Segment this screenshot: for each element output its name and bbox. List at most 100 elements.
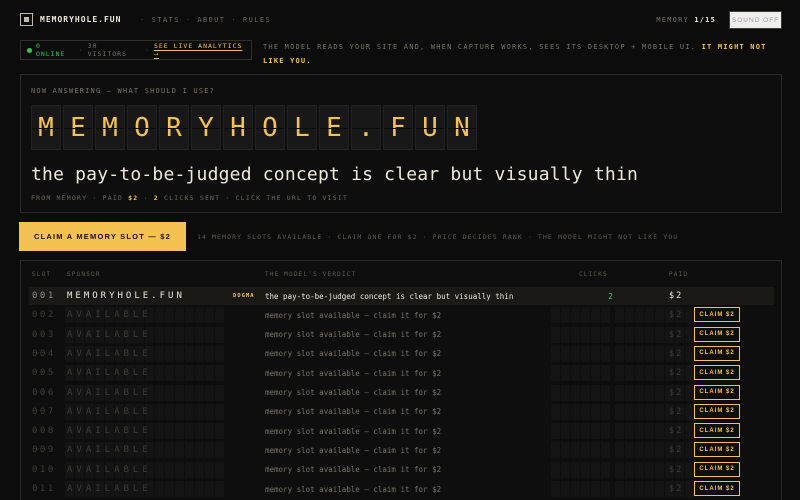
claim-slot-button[interactable]: CLAIM $2 [694, 384, 740, 400]
flap-cell [165, 307, 174, 324]
logo-icon [20, 13, 33, 26]
verdict-text: memory slot available — claim it for $2 [265, 407, 442, 417]
flap-cell [165, 423, 174, 440]
flap-cell [635, 384, 644, 401]
slot-number: 011 [32, 484, 56, 494]
claim-slot-button[interactable]: CLAIM $2 [694, 423, 740, 439]
visitor-count: 30 VISITORS [87, 42, 127, 58]
paid-amount: $2 [669, 368, 684, 379]
flap-cell [185, 307, 194, 324]
flap-cell [551, 384, 560, 401]
flap-cell [615, 403, 624, 420]
claim-memory-slot-button[interactable]: CLAIM A MEMORY SLOT — $2 [19, 222, 186, 251]
nav-separator: · [140, 16, 146, 24]
now-answering-card: NOW ANSWERING — WHAT SHOULD I USE? MEMOR… [20, 74, 782, 213]
claim-slot-button[interactable]: CLAIM $2 [694, 403, 740, 419]
status-separator: · [78, 46, 84, 54]
claim-slot-button[interactable]: CLAIM $2 [694, 307, 740, 323]
flap-cell [165, 326, 174, 343]
table-row[interactable]: 005 AVAILABLE memory slot available — clai… [29, 364, 774, 382]
online-count: 0 ONLINE [35, 42, 66, 58]
flap-cell [561, 423, 570, 440]
tagline-text: THE MODEL READS YOUR SITE AND, WHEN CAPT… [263, 43, 697, 51]
brand-link[interactable]: MEMORYHOLE.FUN [20, 13, 121, 26]
flap-cell [561, 326, 570, 343]
flap-cell [155, 365, 164, 382]
paid-amount: $2 [669, 387, 684, 398]
paid-amount: $2 [669, 464, 684, 475]
header-verdict: THE MODEL'S VERDICT [265, 271, 357, 278]
flap-cell [561, 481, 570, 497]
table-row[interactable]: 002 AVAILABLE memory slot available — clai… [29, 306, 774, 324]
claim-slot-button[interactable]: CLAIM $2 [694, 481, 740, 496]
title-flap-tile: O [127, 105, 157, 150]
table-row[interactable]: 009 AVAILABLE memory slot available — clai… [29, 441, 774, 459]
flap-cell [175, 345, 184, 362]
nav-about[interactable]: ABOUT [197, 16, 225, 24]
title-flap-tile: O [255, 105, 285, 150]
sponsor-name: AVAILABLE [67, 484, 152, 494]
sponsor-name: AVAILABLE [67, 426, 152, 437]
flap-cell [205, 384, 214, 401]
flap-cell [205, 461, 214, 478]
flap-cell [185, 461, 194, 478]
flap-cell [625, 403, 634, 420]
header-paid: PAID [669, 271, 689, 278]
slot-number: 009 [32, 445, 56, 456]
flap-cell [685, 481, 694, 497]
meta-separator: · [143, 194, 149, 202]
memory-label: MEMORY [656, 16, 689, 24]
table-row[interactable]: 003 AVAILABLE memory slot available — clai… [29, 326, 774, 344]
flap-cell [175, 365, 184, 382]
flap-cell [155, 423, 164, 440]
flap-cell [185, 345, 194, 362]
table-row[interactable]: 001 MEMORYHOLE.FUN DOGMA the pay-to-be-judg… [29, 287, 774, 305]
slot-number: 001 [32, 291, 56, 301]
title-flap-tile: U [415, 105, 445, 150]
table-row[interactable]: 011 AVAILABLE memory slot available — clai… [29, 480, 774, 498]
flap-cell [615, 442, 624, 459]
flap-cell [615, 345, 624, 362]
live-analytics-link[interactable]: SEE LIVE ANALYTICS ⟶ [154, 42, 251, 58]
split-flap-title[interactable]: MEMORYHOLE.FUN [31, 105, 477, 150]
table-row[interactable]: 008 AVAILABLE memory slot available — clai… [29, 422, 774, 440]
brand-name: MEMORYHOLE.FUN [40, 15, 122, 24]
nav-rules[interactable]: RULES [243, 16, 271, 24]
flap-cell [655, 307, 664, 324]
flap-cell [625, 307, 634, 324]
table-row[interactable]: 004 AVAILABLE memory slot available — clai… [29, 345, 774, 363]
claim-slot-button[interactable]: CLAIM $2 [694, 345, 740, 361]
table-row[interactable]: 010 AVAILABLE memory slot available — clai… [29, 461, 774, 479]
slot-number: 008 [32, 426, 56, 437]
flap-cell [205, 442, 214, 459]
click-count: 2 [608, 291, 613, 301]
claim-slot-button[interactable]: CLAIM $2 [694, 442, 740, 458]
flap-cell [551, 307, 560, 324]
top-bar: MEMORYHOLE.FUN · STATS · ABOUT · RULES M… [20, 11, 782, 30]
flap-cell [615, 384, 624, 401]
sound-toggle-button[interactable]: SOUND OFF [729, 11, 782, 29]
flap-cell [645, 345, 654, 362]
slot-number: 007 [32, 406, 56, 417]
flap-cell [205, 365, 214, 382]
online-status-bar: 0 ONLINE · 30 VISITORS · SEE LIVE ANALYT… [20, 40, 252, 60]
flap-cell [685, 345, 694, 362]
claim-slot-button[interactable]: CLAIM $2 [694, 461, 740, 477]
sponsor-name[interactable]: MEMORYHOLE.FUN [67, 287, 185, 305]
flap-cell [625, 423, 634, 440]
verdict-text: memory slot available — claim it for $2 [265, 465, 442, 475]
sponsor-name: AVAILABLE [67, 387, 152, 398]
slot-number: 006 [32, 387, 56, 398]
flap-cell [645, 461, 654, 478]
claim-slot-button[interactable]: CLAIM $2 [694, 365, 740, 381]
claim-slot-button[interactable]: CLAIM $2 [694, 326, 740, 342]
verdict-text: memory slot available — claim it for $2 [265, 368, 442, 378]
flap-cell [561, 307, 570, 324]
sponsor-name: AVAILABLE [67, 329, 152, 340]
table-row[interactable]: 006 AVAILABLE memory slot available — clai… [29, 384, 774, 402]
flap-cell [551, 481, 560, 497]
flap-cell [561, 403, 570, 420]
nav-stats[interactable]: STATS [152, 16, 180, 24]
table-row[interactable]: 007 AVAILABLE memory slot available — clai… [29, 403, 774, 421]
title-flap-tile: F [383, 105, 413, 150]
